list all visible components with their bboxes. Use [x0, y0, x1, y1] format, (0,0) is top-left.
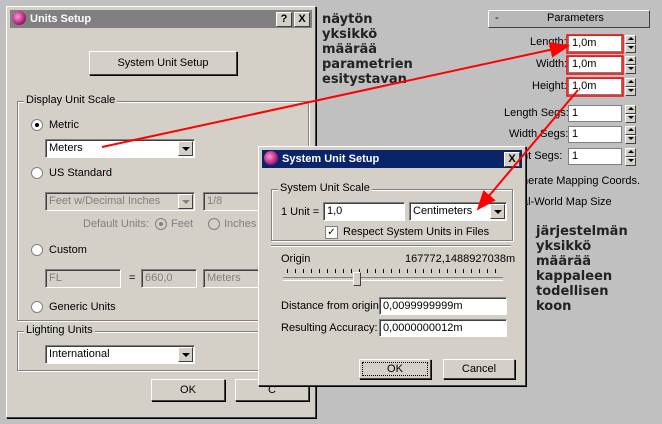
annotation-arrows	[101, 34, 624, 211]
arrow-metric-to-length	[101, 41, 570, 148]
length-highlight	[566, 34, 624, 54]
width-highlight	[566, 55, 624, 75]
arrow-height-to-centimeters	[476, 89, 579, 211]
